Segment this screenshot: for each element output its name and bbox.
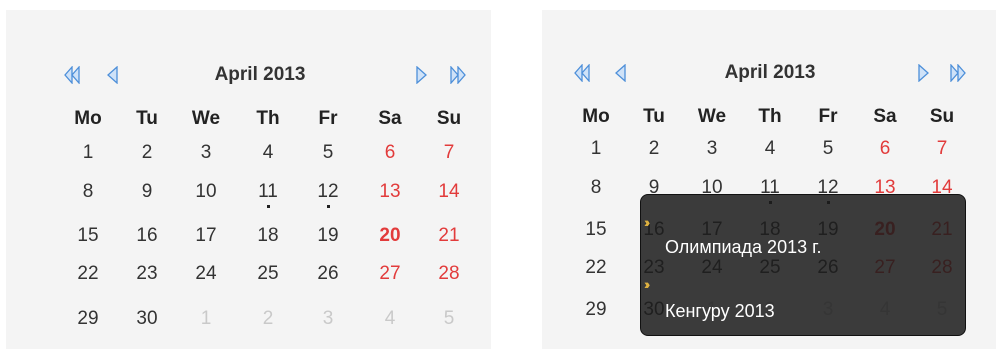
calendar-day[interactable]: 29 (576, 299, 616, 321)
event-link[interactable]: Кенгуру 2013 (665, 301, 775, 322)
calendar-day-other-month[interactable]: 5 (429, 308, 469, 330)
calendar-day[interactable]: 26 (308, 263, 348, 285)
weekday-header: Mo (74, 108, 102, 129)
calendar-day-other-month[interactable]: 2 (248, 308, 288, 330)
calendar-day[interactable]: 20 (370, 225, 410, 247)
calendar-day-other-month[interactable]: 4 (370, 308, 410, 330)
weekday-header: Th (758, 106, 782, 127)
weekday-header: Su (929, 106, 955, 127)
calendar-day[interactable]: 11 (248, 181, 288, 208)
weekday-header: Sa (378, 108, 402, 129)
calendar-day[interactable]: 30 (127, 308, 167, 330)
calendar-day[interactable]: 7 (429, 142, 469, 164)
double-chevron-right-icon: ›› (644, 276, 651, 292)
calendar-day[interactable]: 6 (370, 142, 410, 164)
calendar-day[interactable]: 22 (576, 257, 616, 279)
calendar-day[interactable]: 5 (808, 138, 848, 160)
calendar-day[interactable]: 19 (308, 225, 348, 247)
calendar-day[interactable]: 21 (429, 225, 469, 247)
weekday-header: We (191, 108, 221, 129)
event-marker (326, 205, 330, 208)
calendar-day[interactable]: 12 (308, 181, 348, 208)
double-chevron-right-icon[interactable] (450, 66, 466, 84)
calendar-day[interactable]: 8 (68, 181, 108, 203)
calendar-day[interactable]: 6 (865, 138, 905, 160)
calendar-day[interactable]: 4 (750, 138, 790, 160)
calendar-day[interactable]: 17 (186, 225, 226, 247)
calendar-day[interactable]: 8 (576, 177, 616, 199)
calendar-day[interactable]: 29 (68, 308, 108, 330)
calendar-day[interactable]: 1 (576, 138, 616, 160)
calendar-day[interactable]: 1 (68, 142, 108, 164)
calendar-day[interactable]: 16 (127, 225, 167, 247)
month-title: April 2013 (214, 64, 306, 85)
calendar-day[interactable]: 28 (429, 263, 469, 285)
calendar-day[interactable]: 10 (186, 181, 226, 203)
calendar-day[interactable]: 2 (634, 138, 674, 160)
weekday-header: Tu (136, 108, 158, 129)
calendar-day-other-month[interactable]: 1 (186, 308, 226, 330)
calendar-day[interactable]: 3 (186, 142, 226, 164)
chevron-right-icon[interactable] (414, 66, 430, 84)
weekday-header: Th (256, 108, 280, 129)
chevron-left-icon[interactable] (104, 66, 120, 84)
weekday-header: Mo (582, 106, 610, 127)
weekday-header: Sa (873, 106, 897, 127)
calendar-day[interactable]: 13 (370, 181, 410, 203)
double-chevron-left-icon[interactable] (574, 64, 590, 82)
calendar-day[interactable]: 7 (922, 138, 962, 160)
calendar-day[interactable]: 14 (429, 181, 469, 203)
weekday-header: Fr (318, 108, 338, 129)
weekday-header: We (697, 106, 727, 127)
month-title: April 2013 (724, 62, 816, 83)
calendar-day[interactable]: 23 (127, 263, 167, 285)
double-chevron-right-icon: ›› (644, 214, 651, 230)
calendar-day[interactable]: 24 (186, 263, 226, 285)
double-chevron-right-icon[interactable] (950, 64, 966, 82)
calendar-day[interactable]: 25 (248, 263, 288, 285)
chevron-right-icon[interactable] (916, 64, 932, 82)
calendar-day[interactable]: 27 (370, 263, 410, 285)
calendar-day[interactable]: 2 (127, 142, 167, 164)
calendar-day[interactable]: 9 (127, 181, 167, 203)
event-tooltip: ›› Олимпиада 2013 г. ›› Кенгуру 2013 (640, 194, 966, 336)
chevron-left-icon[interactable] (612, 64, 628, 82)
event-link[interactable]: Олимпиада 2013 г. (665, 237, 821, 258)
weekday-header: Tu (643, 106, 665, 127)
calendar-day[interactable]: 5 (308, 142, 348, 164)
event-marker (266, 205, 270, 208)
calendar-day[interactable]: 15 (576, 219, 616, 241)
calendar-day[interactable]: 3 (692, 138, 732, 160)
weekday-header: Su (436, 108, 462, 129)
calendar-left (6, 10, 491, 349)
calendar-day[interactable]: 22 (68, 263, 108, 285)
calendar-day[interactable]: 18 (248, 225, 288, 247)
calendar-day-other-month[interactable]: 3 (308, 308, 348, 330)
double-chevron-left-icon[interactable] (64, 66, 80, 84)
weekday-header: Fr (818, 106, 838, 127)
calendar-day[interactable]: 4 (248, 142, 288, 164)
calendar-day[interactable]: 15 (68, 225, 108, 247)
